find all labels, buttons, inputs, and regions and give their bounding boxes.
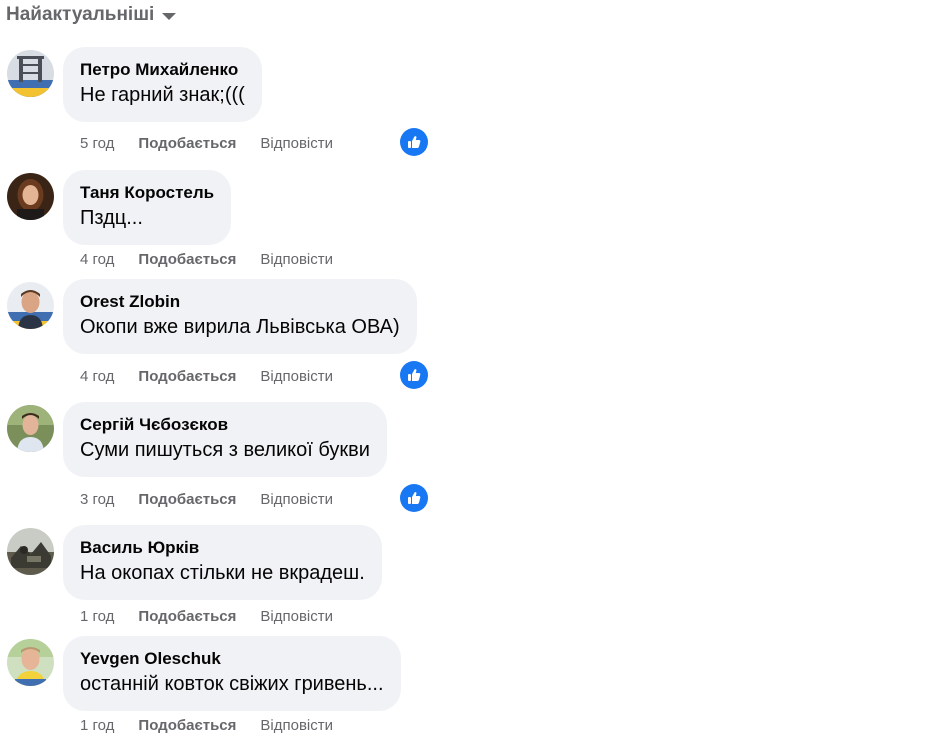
comment-actions: 5 год Подобається Відповісти — [80, 135, 333, 152]
avatar[interactable] — [7, 282, 54, 329]
like-icon[interactable] — [400, 484, 428, 512]
comment-author[interactable]: Таня Коростель — [80, 182, 214, 204]
avatar-image — [7, 528, 54, 575]
comment-author[interactable]: Сергій Чєбозєков — [80, 414, 370, 436]
comment-author[interactable]: Василь Юрків — [80, 537, 365, 559]
like-button[interactable]: Подобається — [138, 491, 236, 508]
avatar-image — [7, 405, 54, 452]
comment-text: Окопи вже вирила Львівська ОВА) — [80, 316, 400, 338]
comment-actions: 4 год Подобається Відповісти — [80, 368, 333, 385]
comment-actions: 1 год Подобається Відповісти — [80, 717, 333, 734]
like-icon[interactable] — [400, 128, 428, 156]
reply-button[interactable]: Відповісти — [260, 491, 333, 508]
comment-time[interactable]: 4 год — [80, 251, 114, 268]
comment-time[interactable]: 5 год — [80, 135, 114, 152]
avatar-image — [7, 282, 54, 329]
comment-time[interactable]: 3 год — [80, 491, 114, 508]
comment-text: Не гарний знак;((( — [80, 84, 245, 106]
like-button[interactable]: Подобається — [138, 251, 236, 268]
avatar-image — [7, 50, 54, 97]
avatar[interactable] — [7, 639, 54, 686]
comment-bubble: Yevgen Oleschuk останній ковток свіжих г… — [63, 636, 401, 711]
reply-button[interactable]: Відповісти — [260, 135, 333, 152]
reply-button[interactable]: Відповісти — [260, 717, 333, 734]
comment-author[interactable]: Петро Михайленко — [80, 59, 245, 81]
caret-down-icon — [162, 13, 177, 20]
reply-button[interactable]: Відповісти — [260, 608, 333, 625]
comment-text: На окопах стільки не вкрадеш. — [80, 562, 365, 584]
comment-bubble: Петро Михайленко Не гарний знак;((( — [63, 47, 262, 122]
comment-time[interactable]: 4 год — [80, 368, 114, 385]
comment-bubble: Orest Zlobin Окопи вже вирила Львівська … — [63, 279, 417, 354]
comment-bubble: Василь Юрків На окопах стільки не вкраде… — [63, 525, 382, 600]
comment-bubble: Сергій Чєбозєков Суми пишуться з великої… — [63, 402, 387, 477]
comment-text: Суми пишуться з великої букви — [80, 439, 370, 461]
avatar[interactable] — [7, 50, 54, 97]
avatar-image — [7, 639, 54, 686]
sort-dropdown[interactable]: Найактуальніші — [6, 2, 177, 28]
like-button[interactable]: Подобається — [138, 135, 236, 152]
avatar[interactable] — [7, 173, 54, 220]
avatar-image — [7, 173, 54, 220]
sort-label: Найактуальніші — [6, 4, 155, 25]
comment-text: Пздц... — [80, 207, 143, 229]
like-button[interactable]: Подобається — [138, 608, 236, 625]
avatar[interactable] — [7, 528, 54, 575]
avatar[interactable] — [7, 405, 54, 452]
like-button[interactable]: Подобається — [138, 368, 236, 385]
comment-bubble: Таня Коростель Пздц... — [63, 170, 232, 245]
like-icon[interactable] — [400, 361, 428, 389]
comment-time[interactable]: 1 год — [80, 717, 114, 734]
comment-author[interactable]: Yevgen Oleschuk — [80, 648, 384, 670]
like-button[interactable]: Подобається — [138, 717, 236, 734]
comment-actions: 3 год Подобається Відповісти — [80, 491, 333, 508]
comment-author[interactable]: Orest Zlobin — [80, 291, 400, 313]
comment-text: останній ковток свіжих гривень... — [80, 673, 384, 695]
reply-button[interactable]: Відповісти — [260, 368, 333, 385]
comment-time[interactable]: 1 год — [80, 608, 114, 625]
reply-button[interactable]: Відповісти — [260, 251, 333, 268]
comment-actions: 1 год Подобається Відповісти — [80, 608, 333, 625]
comment-actions: 4 год Подобається Відповісти — [80, 251, 333, 268]
